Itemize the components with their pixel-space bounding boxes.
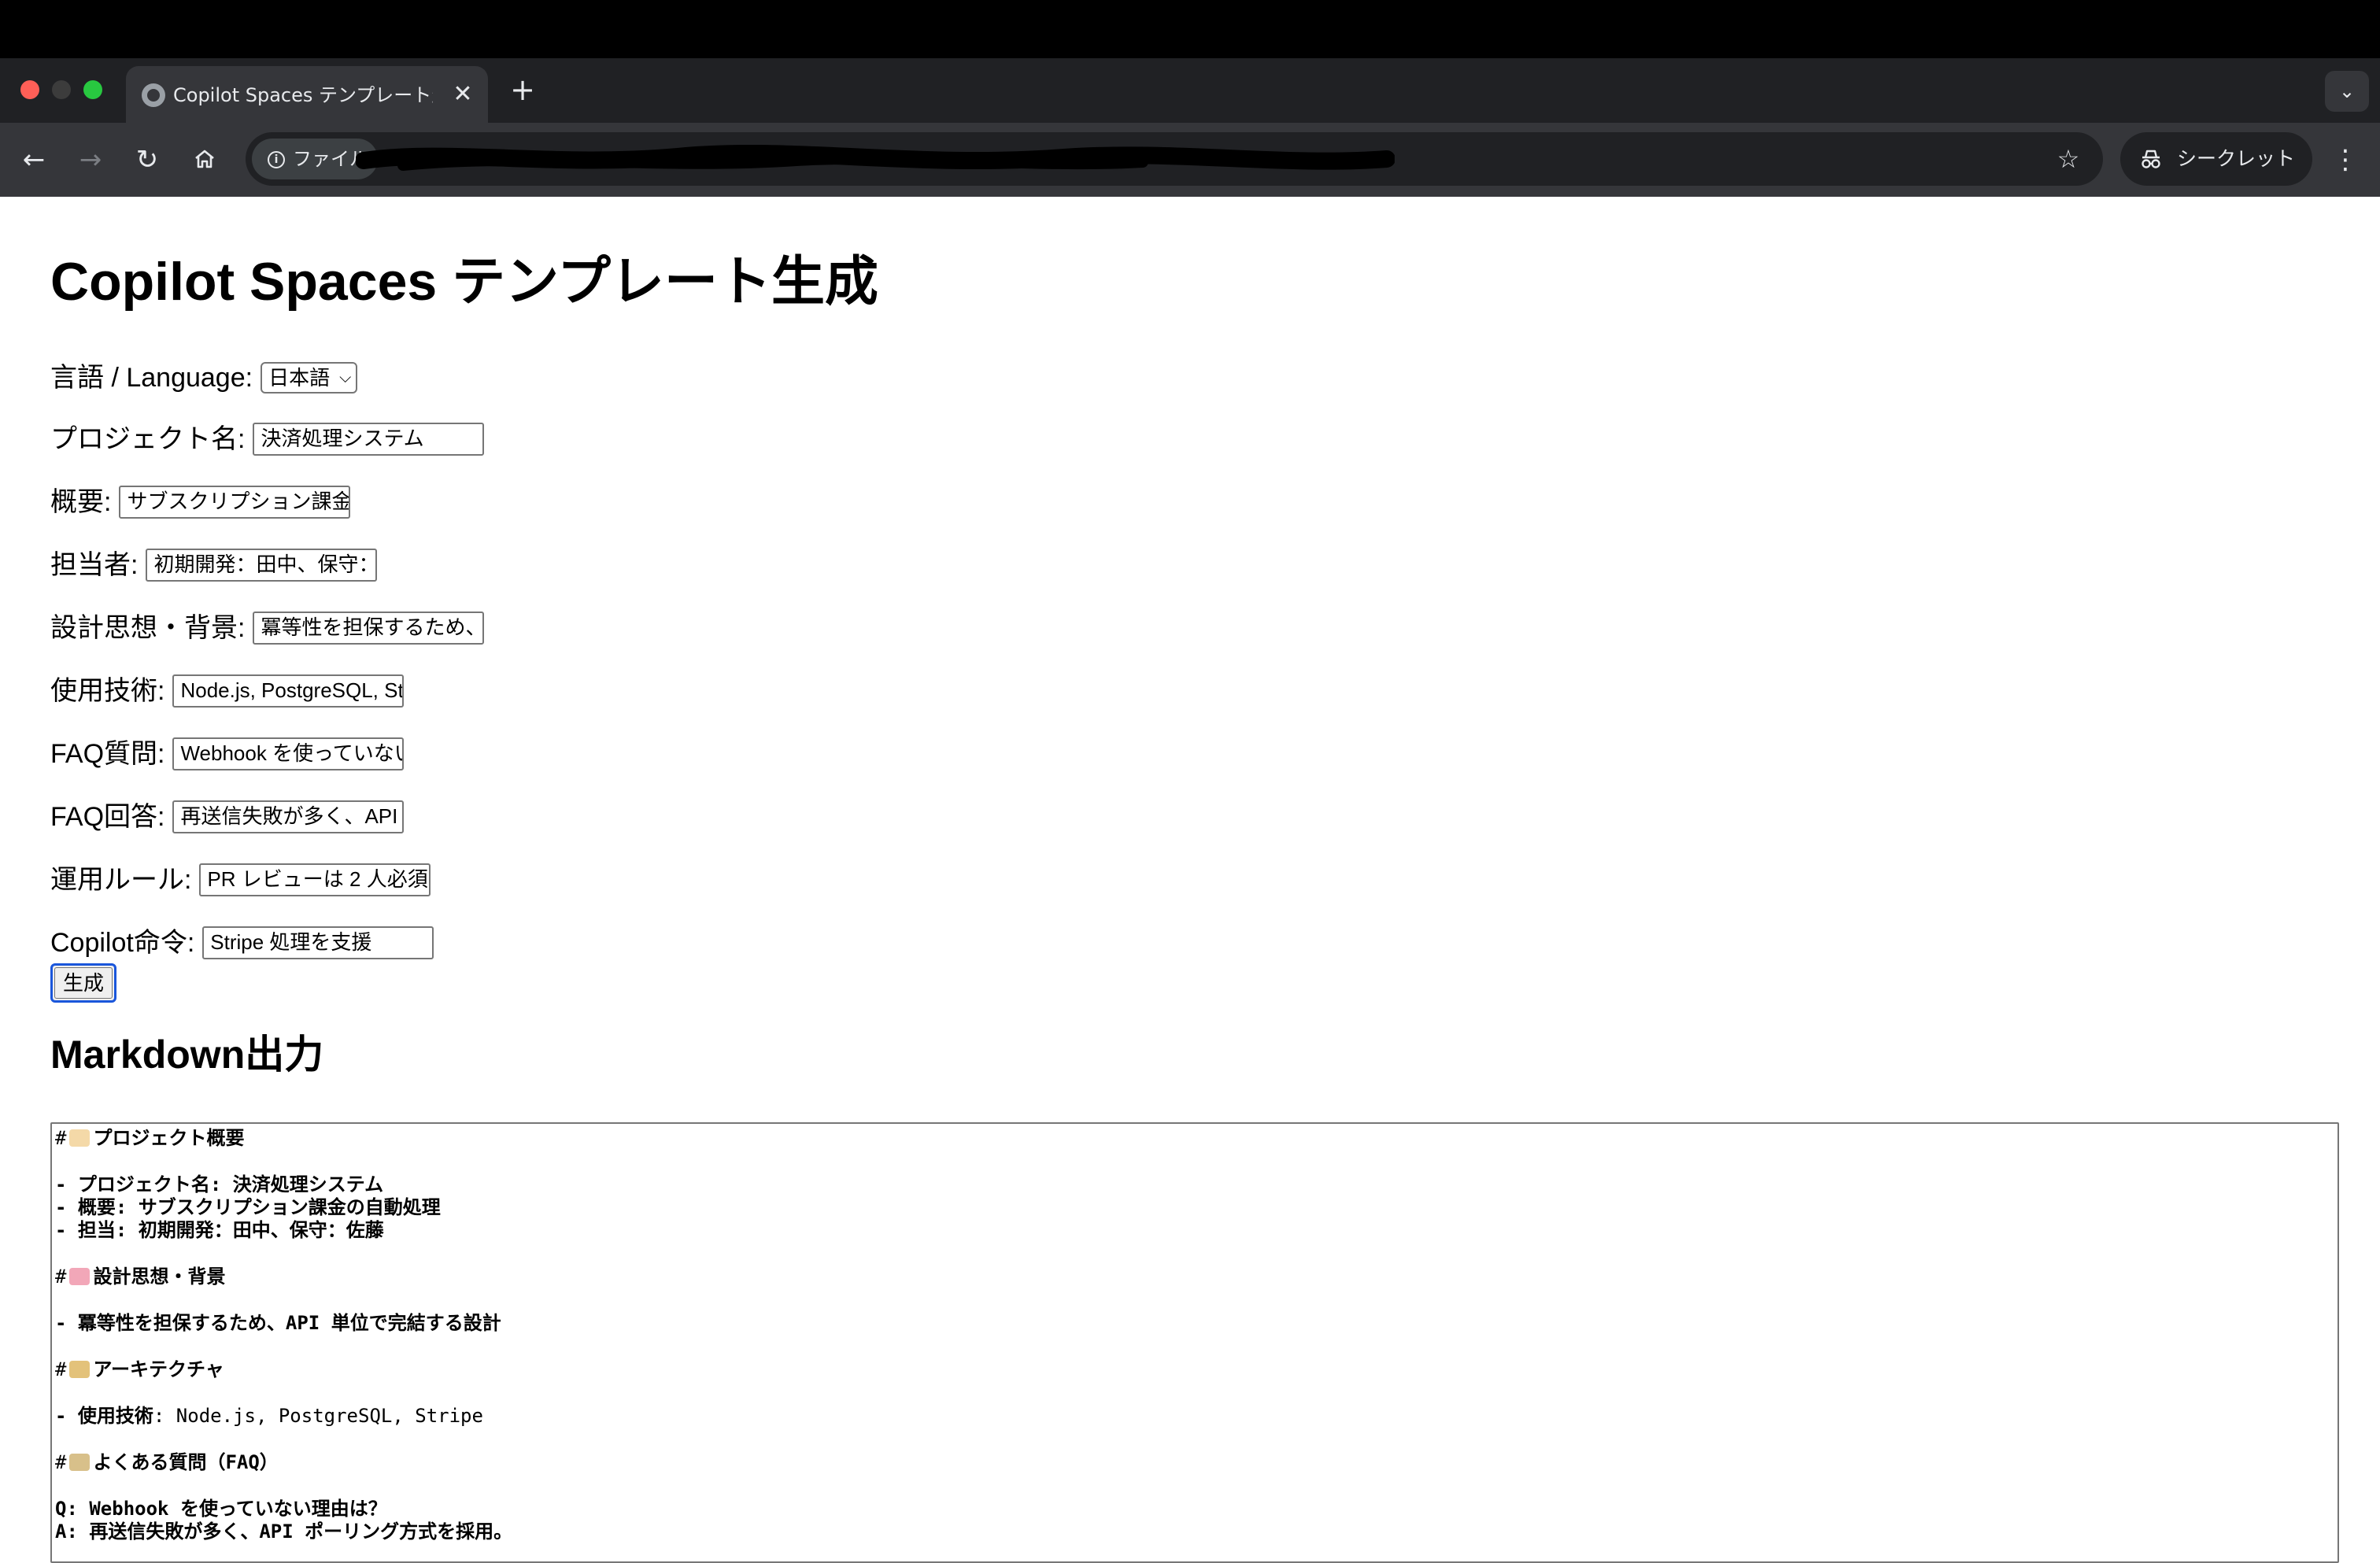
language-row: 言語 / Language: 日本語 ⌵ bbox=[50, 359, 358, 397]
md-faq-answer: A: 再送信失敗が多く、API ポーリング方式を採用。 bbox=[55, 1521, 513, 1543]
design-input[interactable]: 冪等性を担保するため、API 単位で完結する設計 bbox=[253, 612, 485, 645]
form-row: 担当者: 初期開発：田中、保守：佐藤 bbox=[50, 546, 378, 584]
owner-label: 担当者: bbox=[50, 550, 139, 580]
language-select[interactable]: 日本語 ⌵ bbox=[261, 362, 358, 394]
form-row: Copilot命令: Stripe 処理を支援 bbox=[50, 924, 434, 962]
md-list-line: - 冪等性を担保するため、API 単位で完結する設計 bbox=[55, 1312, 501, 1334]
reload-button[interactable]: ↻ bbox=[129, 142, 165, 178]
window-minimize-button[interactable] bbox=[52, 80, 71, 99]
form-row: FAQ質問: Webhook を使っていない理由は？ bbox=[50, 735, 405, 773]
form-row: プロジェクト名: 決済処理システム bbox=[50, 420, 485, 458]
faq-answer-input[interactable]: 再送信失敗が多く、API ポーリング方式を採用。 bbox=[172, 800, 405, 833]
form-row: 運用ルール: PR レビューは 2 人必須 bbox=[50, 861, 431, 899]
language-select-value: 日本語 bbox=[268, 366, 331, 390]
new-tab-button[interactable]: + bbox=[505, 72, 540, 107]
label-tag-icon bbox=[69, 1129, 91, 1147]
md-heading-line: # 設計思想・背景 bbox=[55, 1266, 226, 1288]
form-row: 設計思想・背景: 冪等性を担保するため、API 単位で完結する設計 bbox=[50, 609, 485, 647]
incognito-indicator[interactable]: シークレット bbox=[2120, 132, 2312, 186]
owner-input[interactable]: 初期開発：田中、保守：佐藤 bbox=[146, 549, 378, 582]
form-row: 概要: サブスクリプション課金の自動処理 bbox=[50, 483, 351, 521]
home-icon[interactable] bbox=[194, 148, 216, 170]
window-zoom-button[interactable] bbox=[83, 80, 102, 99]
md-heading-line: # よくある質問（FAQ） bbox=[55, 1451, 279, 1473]
tech-input[interactable]: Node.js, PostgreSQL, Stripe bbox=[172, 674, 405, 708]
project-name-label: プロジェクト名: bbox=[50, 424, 246, 454]
page-content: Copilot Spaces テンプレート生成 言語 / Language: 日… bbox=[0, 197, 2380, 1563]
window-close-button[interactable] bbox=[20, 80, 39, 99]
browser-tab[interactable]: Copilot Spaces テンプレート生成 ✕ bbox=[126, 66, 488, 123]
building-icon bbox=[69, 1361, 91, 1378]
globe-icon bbox=[142, 83, 165, 107]
more-menu-icon[interactable]: ⋮ bbox=[2330, 142, 2361, 178]
md-list-line: - 概要: サブスクリプション課金の自動処理 bbox=[55, 1196, 441, 1218]
copilot-instruction-input[interactable]: Stripe 処理を支援 bbox=[202, 926, 434, 959]
tech-label: 使用技術: bbox=[50, 676, 165, 706]
design-label: 設計思想・背景: bbox=[50, 613, 246, 643]
faq-answer-label: FAQ回答: bbox=[50, 802, 165, 832]
form-row: 使用技術: Node.js, PostgreSQL, Stripe bbox=[50, 672, 405, 710]
md-heading-line: # プロジェクト概要 bbox=[55, 1127, 245, 1149]
ops-rule-input[interactable]: PR レビューは 2 人必須 bbox=[199, 863, 431, 896]
chevron-down-icon: ⌵ bbox=[339, 369, 352, 386]
faq-question-input[interactable]: Webhook を使っていない理由は？ bbox=[172, 737, 405, 770]
copilot-instruction-label: Copilot命令: bbox=[50, 928, 195, 958]
form-row: FAQ回答: 再送信失敗が多く、API ポーリング方式を採用。 bbox=[50, 798, 405, 836]
incognito-icon bbox=[2142, 150, 2160, 168]
forward-button[interactable]: → bbox=[72, 142, 109, 178]
md-list-line: - 使用技術: Node.js, PostgreSQL, Stripe bbox=[55, 1405, 483, 1427]
markdown-heading: Markdown出力 bbox=[50, 1033, 324, 1077]
memo-icon bbox=[69, 1454, 91, 1471]
brain-icon bbox=[69, 1268, 91, 1285]
summary-label: 概要: bbox=[50, 487, 112, 517]
faq-question-label: FAQ質問: bbox=[50, 739, 165, 769]
md-heading-line: # アーキテクチャ bbox=[55, 1358, 224, 1380]
tab-title: Copilot Spaces テンプレート生成 bbox=[173, 84, 433, 106]
summary-input[interactable]: サブスクリプション課金の自動処理 bbox=[119, 486, 351, 519]
project-name-input[interactable]: 決済処理システム bbox=[253, 423, 485, 456]
address-bar[interactable]: i ファイル ☆ bbox=[246, 132, 2103, 186]
info-icon: i bbox=[268, 151, 285, 168]
close-icon[interactable]: ✕ bbox=[449, 80, 477, 109]
redacted-url bbox=[356, 145, 1395, 171]
md-list-line: - プロジェクト名: 決済処理システム bbox=[55, 1173, 384, 1195]
md-list-line: - 担当: 初期開発：田中、保守：佐藤 bbox=[55, 1219, 384, 1241]
md-faq-question: Q: Webhook を使っていない理由は？ bbox=[55, 1498, 387, 1520]
menu-bar bbox=[0, 0, 2380, 58]
markdown-output-textarea[interactable]: # プロジェクト概要 - プロジェクト名: 決済処理システム - 概要: サブスク… bbox=[50, 1122, 2339, 1563]
generate-button[interactable]: 生成 bbox=[50, 963, 116, 1003]
tab-search-button[interactable]: ⌄ bbox=[2325, 71, 2369, 112]
incognito-label: シークレット bbox=[2177, 147, 2296, 170]
page-title: Copilot Spaces テンプレート生成 bbox=[50, 252, 879, 312]
ops-rule-label: 運用ルール: bbox=[50, 865, 192, 895]
back-button[interactable]: ← bbox=[16, 142, 52, 178]
language-label: 言語 / Language: bbox=[50, 363, 253, 393]
bookmark-star-icon[interactable]: ☆ bbox=[2053, 143, 2084, 175]
